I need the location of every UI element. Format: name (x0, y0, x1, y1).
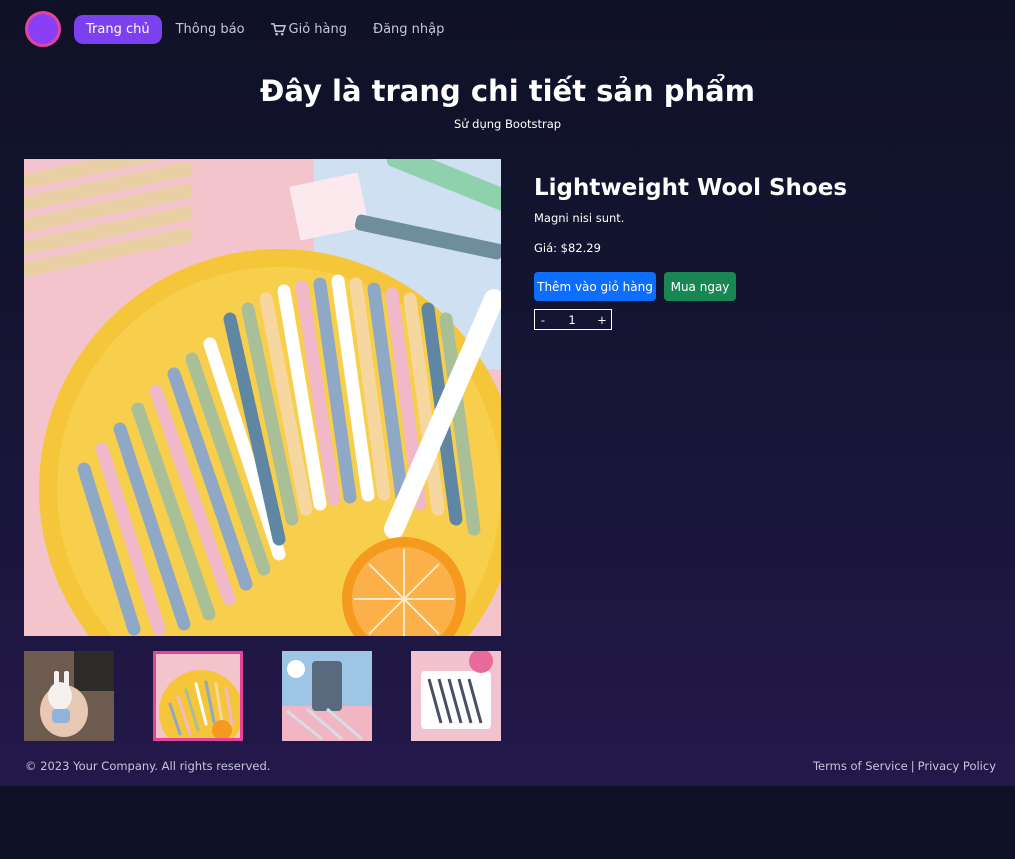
quantity-stepper: - 1 + (534, 309, 612, 330)
product-price: Giá: $82.29 (534, 241, 601, 255)
footer-separator: | (910, 759, 915, 773)
page: Trang chủ Thông báo Giỏ hàng Đăng nhập Đ… (0, 0, 1015, 786)
footer-copyright: © 2023 Your Company. All rights reserved… (25, 759, 271, 773)
nav-item-label: Giỏ hàng (288, 21, 347, 37)
page-title: Đây là trang chi tiết sản phẩm (260, 74, 755, 108)
nav-item-label: Trang chủ (86, 21, 150, 37)
logo[interactable] (25, 11, 61, 47)
thumbnail-image (24, 651, 114, 741)
thumbnail-2[interactable] (153, 651, 243, 741)
product-name: Lightweight Wool Shoes (534, 175, 848, 201)
quantity-decrease-button[interactable]: - (535, 313, 551, 327)
nav-item-home[interactable]: Trang chủ (74, 14, 162, 44)
thumbnail-image (156, 654, 240, 738)
footer-links: Terms of Service | Privacy Policy (813, 759, 996, 773)
thumbnail-3[interactable] (282, 651, 372, 741)
nav-item-label: Đăng nhập (373, 21, 445, 37)
page-subtitle: Sử dụng Bootstrap (453, 117, 562, 131)
thumbnail-4[interactable] (411, 651, 501, 741)
cart-icon (270, 22, 286, 35)
thumbnail-1[interactable] (24, 651, 114, 741)
add-to-cart-button[interactable]: Thêm vào giỏ hàng (534, 272, 656, 301)
navbar: Trang chủ Thông báo Giỏ hàng Đăng nhập (0, 0, 1015, 58)
nav-item-label: Thông báo (175, 21, 245, 37)
thumbnail-image (282, 651, 372, 741)
nav-item-login[interactable]: Đăng nhập (361, 15, 456, 44)
quantity-value[interactable]: 1 (551, 313, 593, 327)
product-photo (24, 159, 501, 636)
privacy-link[interactable]: Privacy Policy (918, 759, 996, 773)
quantity-increase-button[interactable]: + (593, 313, 611, 327)
terms-link[interactable]: Terms of Service (813, 759, 908, 773)
product-description: Magni nisi sunt. (534, 211, 625, 225)
nav-item-notifications[interactable]: Thông báo (164, 15, 257, 44)
buy-now-button[interactable]: Mua ngay (664, 272, 736, 301)
product-main-image (24, 159, 501, 636)
thumbnail-image (411, 651, 501, 741)
nav-item-cart[interactable]: Giỏ hàng (259, 15, 359, 44)
